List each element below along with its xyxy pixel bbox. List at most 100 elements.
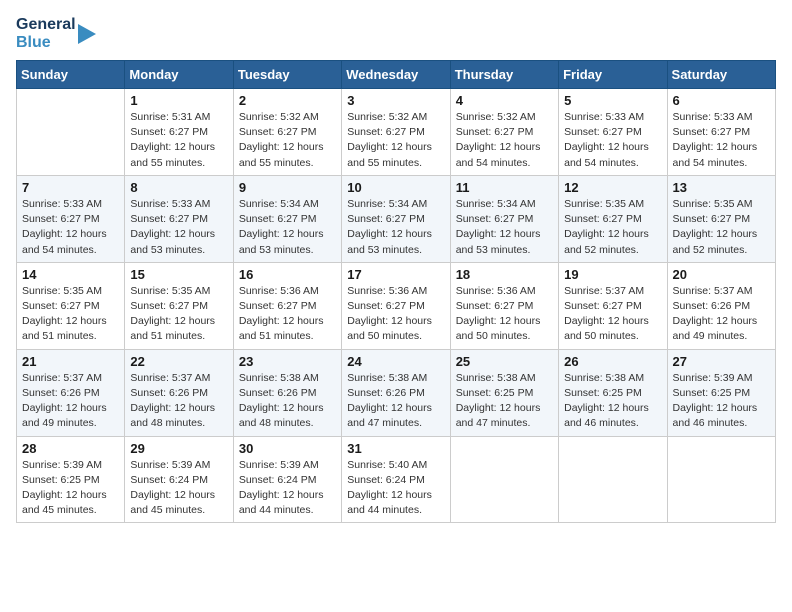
day-info: Sunrise: 5:33 AM Sunset: 6:27 PM Dayligh… [130,197,227,258]
calendar-cell: 8 Sunrise: 5:33 AM Sunset: 6:27 PM Daylig… [125,175,233,262]
day-number: 18 [456,267,553,282]
day-number: 23 [239,354,336,369]
calendar-cell: 10 Sunrise: 5:34 AM Sunset: 6:27 PM Dayli… [342,175,450,262]
calendar-cell: 29 Sunrise: 5:39 AM Sunset: 6:24 PM Dayli… [125,436,233,523]
header-friday: Friday [559,61,667,89]
logo-arrow-icon [78,19,100,49]
day-number: 15 [130,267,227,282]
calendar-cell: 9Sunrise: 5:34 AM Sunset: 6:27 PM Daylig… [233,175,341,262]
day-number: 16 [239,267,336,282]
day-number: 11 [456,180,553,195]
page-header: General Blue [16,16,776,52]
calendar-cell [17,89,125,176]
day-number: 29 [130,441,227,456]
day-info: Sunrise: 5:38 AM Sunset: 6:26 PM Dayligh… [239,371,336,432]
header-thursday: Thursday [450,61,558,89]
calendar-cell: 1Sunrise: 5:31 AM Sunset: 6:27 PM Daylig… [125,89,233,176]
calendar-header-row: SundayMondayTuesdayWednesdayThursdayFrid… [17,61,776,89]
calendar-cell: 27 Sunrise: 5:39 AM Sunset: 6:25 PM Dayli… [667,349,775,436]
day-info: Sunrise: 5:35 AM Sunset: 6:27 PM Dayligh… [22,284,119,345]
day-info: Sunrise: 5:35 AM Sunset: 6:27 PM Dayligh… [673,197,770,258]
day-info: Sunrise: 5:37 AM Sunset: 6:26 PM Dayligh… [22,371,119,432]
calendar-week-row: 14 Sunrise: 5:35 AM Sunset: 6:27 PM Dayli… [17,262,776,349]
day-number: 27 [673,354,770,369]
header-sunday: Sunday [17,61,125,89]
day-info: Sunrise: 5:40 AM Sunset: 6:24 PM Dayligh… [347,458,444,519]
day-number: 20 [673,267,770,282]
calendar-week-row: 7 Sunrise: 5:33 AM Sunset: 6:27 PM Daylig… [17,175,776,262]
day-number: 31 [347,441,444,456]
calendar-cell [559,436,667,523]
day-number: 8 [130,180,227,195]
day-info: Sunrise: 5:38 AM Sunset: 6:25 PM Dayligh… [564,371,661,432]
day-info: Sunrise: 5:32 AM Sunset: 6:27 PM Dayligh… [456,110,553,171]
day-info: Sunrise: 5:33 AM Sunset: 6:27 PM Dayligh… [673,110,770,171]
header-monday: Monday [125,61,233,89]
calendar-cell: 15Sunrise: 5:35 AM Sunset: 6:27 PM Dayli… [125,262,233,349]
calendar-cell: 4 Sunrise: 5:32 AM Sunset: 6:27 PM Daylig… [450,89,558,176]
calendar-cell: 21 Sunrise: 5:37 AM Sunset: 6:26 PM Dayli… [17,349,125,436]
day-number: 21 [22,354,119,369]
logo: General Blue [16,16,100,52]
calendar-cell: 3Sunrise: 5:32 AM Sunset: 6:27 PM Daylig… [342,89,450,176]
day-number: 12 [564,180,661,195]
calendar-cell: 23 Sunrise: 5:38 AM Sunset: 6:26 PM Dayli… [233,349,341,436]
calendar-cell: 18 Sunrise: 5:36 AM Sunset: 6:27 PM Dayli… [450,262,558,349]
calendar-cell: 22Sunrise: 5:37 AM Sunset: 6:26 PM Dayli… [125,349,233,436]
calendar-cell: 13 Sunrise: 5:35 AM Sunset: 6:27 PM Dayli… [667,175,775,262]
calendar-cell: 28Sunrise: 5:39 AM Sunset: 6:25 PM Dayli… [17,436,125,523]
day-info: Sunrise: 5:34 AM Sunset: 6:27 PM Dayligh… [456,197,553,258]
calendar-cell: 14 Sunrise: 5:35 AM Sunset: 6:27 PM Dayli… [17,262,125,349]
day-number: 19 [564,267,661,282]
calendar-cell [450,436,558,523]
header-saturday: Saturday [667,61,775,89]
calendar-table: SundayMondayTuesdayWednesdayThursdayFrid… [16,60,776,523]
logo-text-blue: Blue [16,34,76,52]
logo-text-general: General [16,16,76,34]
calendar-cell: 7 Sunrise: 5:33 AM Sunset: 6:27 PM Daylig… [17,175,125,262]
calendar-cell: 24 Sunrise: 5:38 AM Sunset: 6:26 PM Dayli… [342,349,450,436]
calendar-week-row: 1Sunrise: 5:31 AM Sunset: 6:27 PM Daylig… [17,89,776,176]
day-info: Sunrise: 5:39 AM Sunset: 6:25 PM Dayligh… [22,458,119,519]
day-info: Sunrise: 5:32 AM Sunset: 6:27 PM Dayligh… [239,110,336,171]
day-number: 25 [456,354,553,369]
day-number: 6 [673,93,770,108]
day-info: Sunrise: 5:34 AM Sunset: 6:27 PM Dayligh… [347,197,444,258]
day-number: 22 [130,354,227,369]
day-info: Sunrise: 5:39 AM Sunset: 6:24 PM Dayligh… [239,458,336,519]
day-number: 13 [673,180,770,195]
calendar-cell: 19 Sunrise: 5:37 AM Sunset: 6:27 PM Dayli… [559,262,667,349]
day-info: Sunrise: 5:39 AM Sunset: 6:25 PM Dayligh… [673,371,770,432]
day-number: 4 [456,93,553,108]
day-number: 24 [347,354,444,369]
day-info: Sunrise: 5:39 AM Sunset: 6:24 PM Dayligh… [130,458,227,519]
day-number: 3 [347,93,444,108]
day-number: 1 [130,93,227,108]
calendar-cell: 30Sunrise: 5:39 AM Sunset: 6:24 PM Dayli… [233,436,341,523]
day-info: Sunrise: 5:35 AM Sunset: 6:27 PM Dayligh… [564,197,661,258]
day-number: 9 [239,180,336,195]
day-number: 10 [347,180,444,195]
header-wednesday: Wednesday [342,61,450,89]
day-info: Sunrise: 5:36 AM Sunset: 6:27 PM Dayligh… [456,284,553,345]
day-number: 5 [564,93,661,108]
calendar-cell: 2 Sunrise: 5:32 AM Sunset: 6:27 PM Daylig… [233,89,341,176]
day-number: 14 [22,267,119,282]
calendar-cell: 12 Sunrise: 5:35 AM Sunset: 6:27 PM Dayli… [559,175,667,262]
calendar-cell: 16Sunrise: 5:36 AM Sunset: 6:27 PM Dayli… [233,262,341,349]
calendar-cell: 31 Sunrise: 5:40 AM Sunset: 6:24 PM Dayli… [342,436,450,523]
day-info: Sunrise: 5:37 AM Sunset: 6:27 PM Dayligh… [564,284,661,345]
day-number: 7 [22,180,119,195]
calendar-cell: 17Sunrise: 5:36 AM Sunset: 6:27 PM Dayli… [342,262,450,349]
calendar-week-row: 28Sunrise: 5:39 AM Sunset: 6:25 PM Dayli… [17,436,776,523]
day-info: Sunrise: 5:37 AM Sunset: 6:26 PM Dayligh… [673,284,770,345]
day-info: Sunrise: 5:38 AM Sunset: 6:26 PM Dayligh… [347,371,444,432]
calendar-cell: 6 Sunrise: 5:33 AM Sunset: 6:27 PM Daylig… [667,89,775,176]
day-info: Sunrise: 5:36 AM Sunset: 6:27 PM Dayligh… [347,284,444,345]
day-info: Sunrise: 5:33 AM Sunset: 6:27 PM Dayligh… [22,197,119,258]
day-number: 2 [239,93,336,108]
calendar-week-row: 21 Sunrise: 5:37 AM Sunset: 6:26 PM Dayli… [17,349,776,436]
day-info: Sunrise: 5:38 AM Sunset: 6:25 PM Dayligh… [456,371,553,432]
calendar-cell: 25 Sunrise: 5:38 AM Sunset: 6:25 PM Dayli… [450,349,558,436]
calendar-cell: 5Sunrise: 5:33 AM Sunset: 6:27 PM Daylig… [559,89,667,176]
